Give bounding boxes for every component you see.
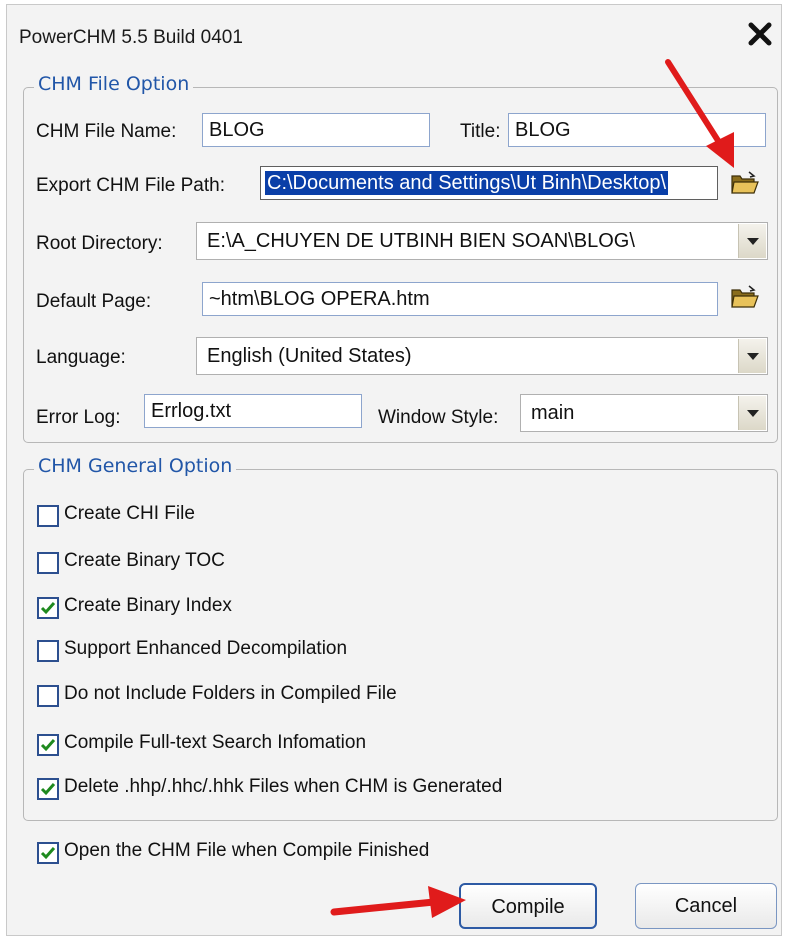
export-path-selected-text: C:\Documents and Settings\Ut Binh\Deskto… bbox=[265, 171, 669, 195]
default-page-input[interactable]: ~htm\BLOG OPERA.htm bbox=[202, 282, 718, 316]
chm-general-option-legend: CHM General Option bbox=[34, 455, 237, 477]
window-style-label: Window Style: bbox=[378, 407, 499, 428]
checkbox-box[interactable] bbox=[37, 640, 59, 662]
title-input[interactable]: BLOG bbox=[508, 113, 766, 147]
chevron-down-icon[interactable] bbox=[738, 339, 766, 373]
general-option-label: Compile Full-text Search Infomation bbox=[64, 732, 367, 753]
general-option-label: Delete .hhp/.hhc/.hhk Files when CHM is … bbox=[64, 776, 503, 797]
error-log-label: Error Log: bbox=[36, 407, 121, 428]
checkbox-box[interactable] bbox=[37, 842, 59, 864]
window-style-value: main bbox=[531, 402, 575, 424]
powerchm-dialog: PowerCHM 5.5 Build 0401 CHM File Option … bbox=[6, 4, 782, 936]
general-option-label: Do not Include Folders in Compiled File bbox=[64, 683, 397, 704]
default-page-label: Default Page: bbox=[36, 291, 152, 312]
cancel-button[interactable]: Cancel bbox=[635, 883, 777, 929]
chevron-down-icon[interactable] bbox=[738, 396, 766, 430]
close-icon[interactable] bbox=[745, 19, 775, 49]
language-label: Language: bbox=[36, 347, 126, 368]
general-option-label: Create Binary Index bbox=[64, 595, 232, 616]
general-option-label: Create Binary TOC bbox=[64, 550, 225, 571]
root-directory-combo[interactable]: E:\A_CHUYEN DE UTBINH BIEN SOAN\BLOG\ bbox=[196, 222, 768, 260]
root-directory-label: Root Directory: bbox=[36, 233, 163, 254]
general-option-label: Support Enhanced Decompilation bbox=[64, 638, 348, 659]
checkbox-box[interactable] bbox=[37, 552, 59, 574]
compile-button[interactable]: Compile bbox=[459, 883, 597, 929]
export-path-input[interactable]: C:\Documents and Settings\Ut Binh\Deskto… bbox=[260, 166, 718, 200]
error-log-input[interactable]: Errlog.txt bbox=[144, 394, 362, 428]
root-directory-value: E:\A_CHUYEN DE UTBINH BIEN SOAN\BLOG\ bbox=[207, 230, 635, 252]
checkbox-box[interactable] bbox=[37, 597, 59, 619]
chm-file-option-legend: CHM File Option bbox=[34, 73, 194, 95]
title-label: Title: bbox=[460, 121, 501, 142]
title-bar: PowerCHM 5.5 Build 0401 bbox=[7, 5, 781, 61]
checkbox-box[interactable] bbox=[37, 778, 59, 800]
checkmark-icon bbox=[40, 847, 56, 860]
chm-file-name-label: CHM File Name: bbox=[36, 121, 177, 142]
default-page-folder-icon[interactable] bbox=[730, 284, 760, 310]
export-path-label: Export CHM File Path: bbox=[36, 175, 225, 196]
checkmark-icon bbox=[40, 783, 56, 796]
chevron-down-icon[interactable] bbox=[738, 224, 766, 258]
language-value: English (United States) bbox=[207, 345, 412, 367]
language-combo[interactable]: English (United States) bbox=[196, 337, 768, 375]
checkbox-box[interactable] bbox=[37, 685, 59, 707]
chm-file-option-group: CHM File Option CHM File Name: BLOG Titl… bbox=[23, 73, 778, 443]
checkbox-box[interactable] bbox=[37, 505, 59, 527]
checkmark-icon bbox=[40, 739, 56, 752]
window-style-combo[interactable]: main bbox=[520, 394, 768, 432]
chm-file-name-input[interactable]: BLOG bbox=[202, 113, 430, 147]
open-when-finished-label: Open the CHM File when Compile Finished bbox=[64, 840, 430, 861]
window-title: PowerCHM 5.5 Build 0401 bbox=[19, 27, 243, 48]
export-path-folder-icon[interactable] bbox=[730, 170, 760, 196]
checkmark-icon bbox=[40, 602, 56, 615]
checkbox-box[interactable] bbox=[37, 734, 59, 756]
general-option-label: Create CHI File bbox=[64, 503, 195, 524]
